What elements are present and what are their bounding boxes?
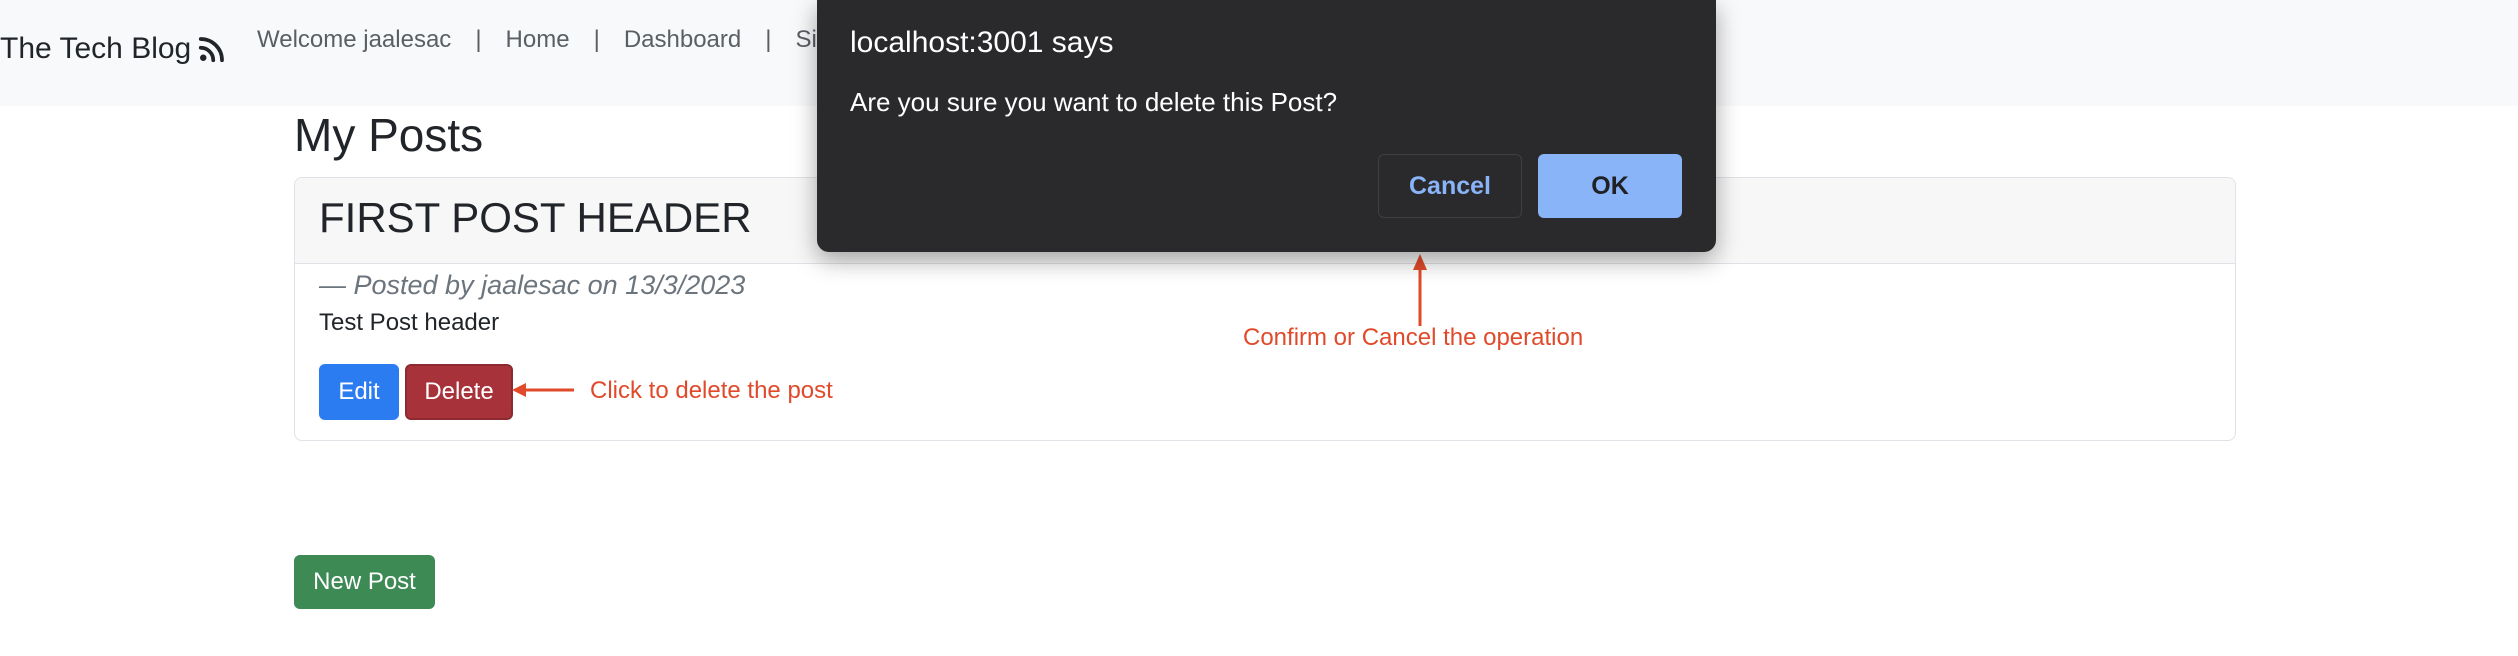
- edit-button[interactable]: Edit: [319, 364, 399, 420]
- brand-link[interactable]: The Tech Blog: [0, 32, 227, 66]
- nav-links: Welcome jaalesac | Home | Dashboard | Si: [257, 26, 817, 54]
- rss-icon: [197, 34, 227, 64]
- brand-title: The Tech Blog: [0, 32, 192, 65]
- nav-home[interactable]: Home: [506, 26, 570, 54]
- dialog-message: Are you sure you want to delete this Pos…: [850, 87, 1338, 117]
- nav-sign-out[interactable]: Si: [795, 26, 816, 54]
- nav-separator: |: [475, 26, 482, 53]
- dialog-annotation-arrow: [1413, 254, 1427, 326]
- dialog-ok-button[interactable]: OK: [1538, 154, 1682, 218]
- dialog-cancel-button[interactable]: Cancel: [1378, 154, 1522, 218]
- post-title: FIRST POST HEADER: [319, 194, 752, 241]
- page-title: My Posts: [294, 109, 484, 161]
- delete-annotation-text: Click to delete the post: [590, 377, 833, 404]
- nav-dashboard[interactable]: Dashboard: [624, 26, 741, 54]
- dialog-annotation-text: Confirm or Cancel the operation: [1243, 324, 1584, 351]
- delete-annotation-arrow: [512, 383, 574, 397]
- dialog-origin: localhost:3001 says: [850, 26, 1114, 59]
- nav-separator: |: [593, 26, 600, 53]
- confirm-dialog: localhost:3001 says Are you sure you wan…: [817, 0, 1716, 252]
- delete-button[interactable]: Delete: [405, 364, 513, 420]
- post-meta: — Posted by jaalesac on 13/3/2023: [319, 270, 746, 300]
- page: The Tech Blog Welcome jaalesac | Home | …: [0, 0, 2518, 656]
- nav-welcome: Welcome jaalesac: [257, 26, 452, 53]
- post-body: Test Post header: [319, 309, 500, 336]
- new-post-button[interactable]: New Post: [294, 555, 435, 609]
- nav-separator: |: [765, 26, 772, 53]
